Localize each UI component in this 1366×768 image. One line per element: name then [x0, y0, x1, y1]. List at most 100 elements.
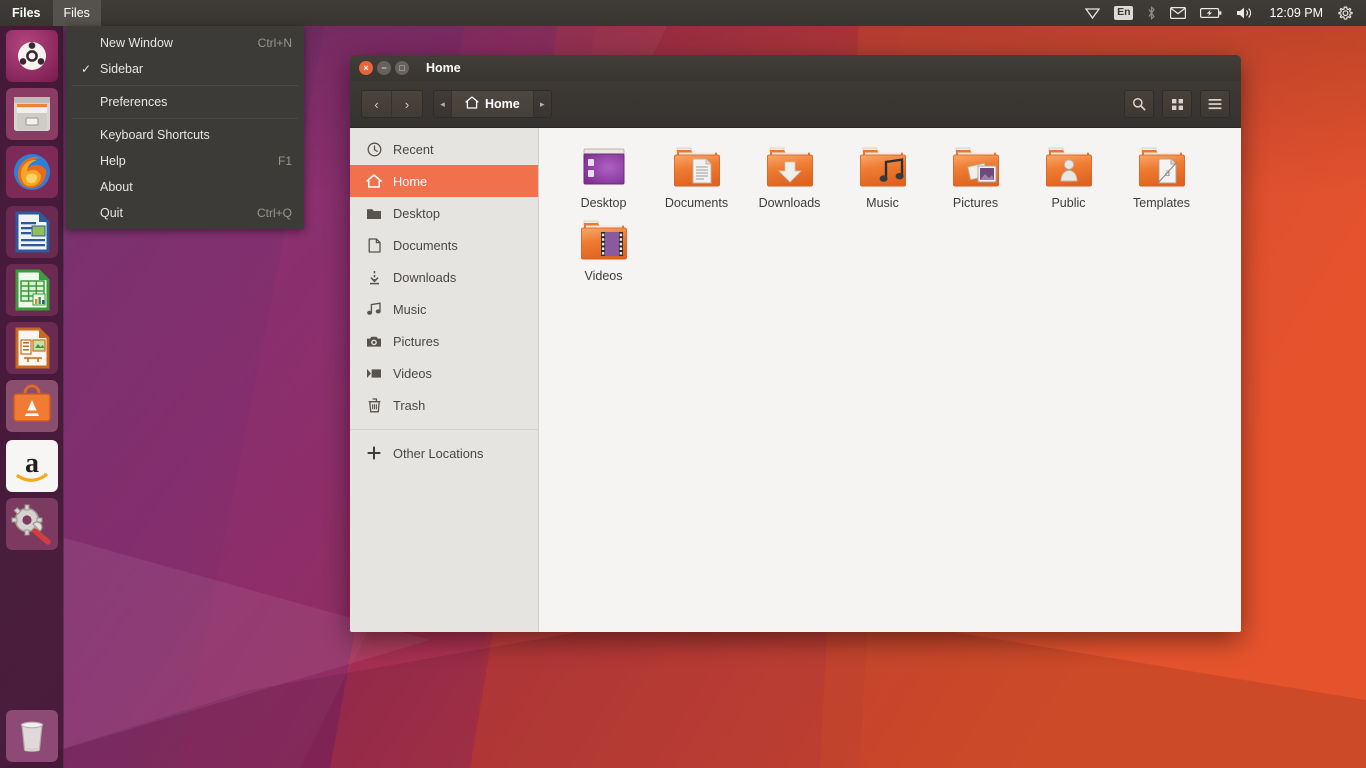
hamburger-menu-icon[interactable]	[1200, 90, 1230, 118]
plus-icon	[366, 446, 382, 460]
navigation-buttons: ‹ ›	[361, 90, 423, 118]
battery-icon[interactable]	[1193, 0, 1229, 26]
home-icon	[465, 96, 479, 112]
toolbar-right-buttons	[1124, 90, 1230, 118]
menu-item-shortcut: Ctrl+N	[258, 36, 292, 50]
sidebar-item-label: Home	[393, 174, 427, 189]
sidebar-item-label: Other Locations	[393, 446, 483, 461]
clock-icon	[366, 142, 382, 157]
launcher-item-libreoffice-calc[interactable]	[6, 264, 58, 316]
launcher-item-files[interactable]	[6, 88, 58, 140]
launcher-item-libreoffice-writer[interactable]	[6, 206, 58, 258]
breadcrumb: ◂ Home ▸	[433, 90, 552, 118]
file-item-videos[interactable]: Videos	[557, 215, 650, 284]
sidebar-item-trash[interactable]: Trash	[350, 389, 538, 421]
file-item-label: Music	[866, 196, 899, 211]
grid-view-icon[interactable]	[1162, 90, 1192, 118]
breadcrumb-scroll-right[interactable]: ▸	[534, 91, 551, 117]
files-menu-dropdown: New Window Ctrl+N ✓ Sidebar Preferences Keybo…	[66, 26, 304, 229]
file-item-label: Templates	[1133, 196, 1190, 211]
launcher-item-amazon[interactable]: a	[6, 440, 58, 492]
music-folder-icon	[856, 142, 910, 192]
sidebar-item-other-locations[interactable]: Other Locations	[350, 437, 538, 469]
file-item-label: Pictures	[953, 196, 998, 211]
keyboard-layout-indicator[interactable]: En	[1107, 0, 1140, 26]
breadcrumb-scroll-left[interactable]: ◂	[434, 91, 451, 117]
menu-item-new-window[interactable]: New Window Ctrl+N	[66, 30, 304, 56]
file-item-templates[interactable]: a Templates	[1115, 142, 1208, 211]
sidebar-item-label: Documents	[393, 238, 458, 253]
forward-button[interactable]: ›	[392, 91, 422, 117]
window-title: Home	[426, 61, 461, 75]
launcher-item-system-settings[interactable]	[6, 498, 58, 550]
trash-icon	[366, 398, 382, 413]
menu-item-label: Quit	[100, 206, 123, 220]
launcher-item-ubuntu-software[interactable]	[6, 380, 58, 432]
camera-icon	[366, 335, 382, 348]
videos-folder-icon	[577, 215, 631, 265]
menu-item-keyboard-shortcuts[interactable]: Keyboard Shortcuts	[66, 122, 304, 148]
sidebar-item-home[interactable]: Home	[350, 165, 538, 197]
menu-item-label: Sidebar	[100, 62, 143, 76]
menu-item-quit[interactable]: QuitCtrl+Q	[66, 200, 304, 226]
menu-item-label: About	[100, 180, 133, 194]
file-item-desktop[interactable]: Desktop	[557, 142, 650, 211]
sidebar-item-videos[interactable]: Videos	[350, 357, 538, 389]
launcher-item-libreoffice-impress[interactable]	[6, 322, 58, 374]
close-icon[interactable]: ×	[359, 61, 373, 75]
file-list-view[interactable]: Desktop Documents	[539, 128, 1241, 632]
bluetooth-icon[interactable]	[1140, 0, 1163, 26]
downloads-folder-icon	[763, 142, 817, 192]
document-icon	[366, 238, 382, 253]
menu-item-preferences[interactable]: Preferences	[66, 89, 304, 115]
wifi-icon[interactable]	[1078, 0, 1107, 26]
sidebar-item-label: Recent	[393, 142, 434, 157]
search-icon[interactable]	[1124, 90, 1154, 118]
sidebar-item-desktop[interactable]: Desktop	[350, 197, 538, 229]
sidebar-item-pictures[interactable]: Pictures	[350, 325, 538, 357]
checkmark-icon: ✓	[81, 62, 91, 76]
file-item-label: Downloads	[759, 196, 821, 211]
launcher-item-dash-home[interactable]	[6, 30, 58, 82]
menu-item-label: Keyboard Shortcuts	[100, 128, 210, 142]
file-item-label: Videos	[585, 269, 623, 284]
public-folder-icon	[1042, 142, 1096, 192]
video-icon	[366, 368, 382, 379]
sidebar-item-label: Videos	[393, 366, 432, 381]
menu-item-help[interactable]: HelpF1	[66, 148, 304, 174]
back-button[interactable]: ‹	[362, 91, 392, 117]
maximize-icon[interactable]: □	[395, 61, 409, 75]
clock[interactable]: 12:09 PM	[1261, 0, 1331, 26]
places-sidebar: Recent Home Desktop Documents DownloadsMusic…	[350, 128, 539, 632]
sidebar-item-downloads[interactable]: Downloads	[350, 261, 538, 293]
window-toolbar: ‹ › ◂ Home ▸	[350, 81, 1241, 128]
menu-item-about[interactable]: About	[66, 174, 304, 200]
launcher-item-firefox-web-browser[interactable]	[6, 146, 58, 198]
breadcrumb-label: Home	[485, 97, 520, 111]
launcher-item-trash[interactable]	[6, 710, 58, 762]
sidebar-item-label: Desktop	[393, 206, 440, 221]
minimize-icon[interactable]: −	[377, 61, 391, 75]
file-item-label: Desktop	[581, 196, 627, 211]
gear-icon[interactable]	[1331, 0, 1360, 26]
home-icon	[366, 174, 382, 188]
file-item-public[interactable]: Public	[1022, 142, 1115, 211]
menu-item-label: New Window	[100, 36, 173, 50]
menu-item-shortcut: F1	[278, 154, 292, 168]
sidebar-item-documents[interactable]: Documents	[350, 229, 538, 261]
breadcrumb-item-home[interactable]: Home	[451, 91, 534, 117]
menu-item-sidebar[interactable]: ✓ Sidebar	[66, 56, 304, 82]
volume-icon[interactable]	[1229, 0, 1261, 26]
file-item-downloads[interactable]: Downloads	[743, 142, 836, 211]
file-item-label: Documents	[665, 196, 728, 211]
file-item-documents[interactable]: Documents	[650, 142, 743, 211]
mail-icon[interactable]	[1163, 0, 1193, 26]
file-manager-window: × − □ Home ‹ › ◂ Home ▸	[350, 55, 1241, 632]
menubar-item-files[interactable]: Files	[53, 0, 101, 26]
file-item-pictures[interactable]: Pictures	[929, 142, 1022, 211]
sidebar-item-recent[interactable]: Recent	[350, 133, 538, 165]
sidebar-item-music[interactable]: Music	[350, 293, 538, 325]
sidebar-item-label: Pictures	[393, 334, 439, 349]
file-item-music[interactable]: Music	[836, 142, 929, 211]
panel-app-name: Files	[0, 0, 53, 26]
